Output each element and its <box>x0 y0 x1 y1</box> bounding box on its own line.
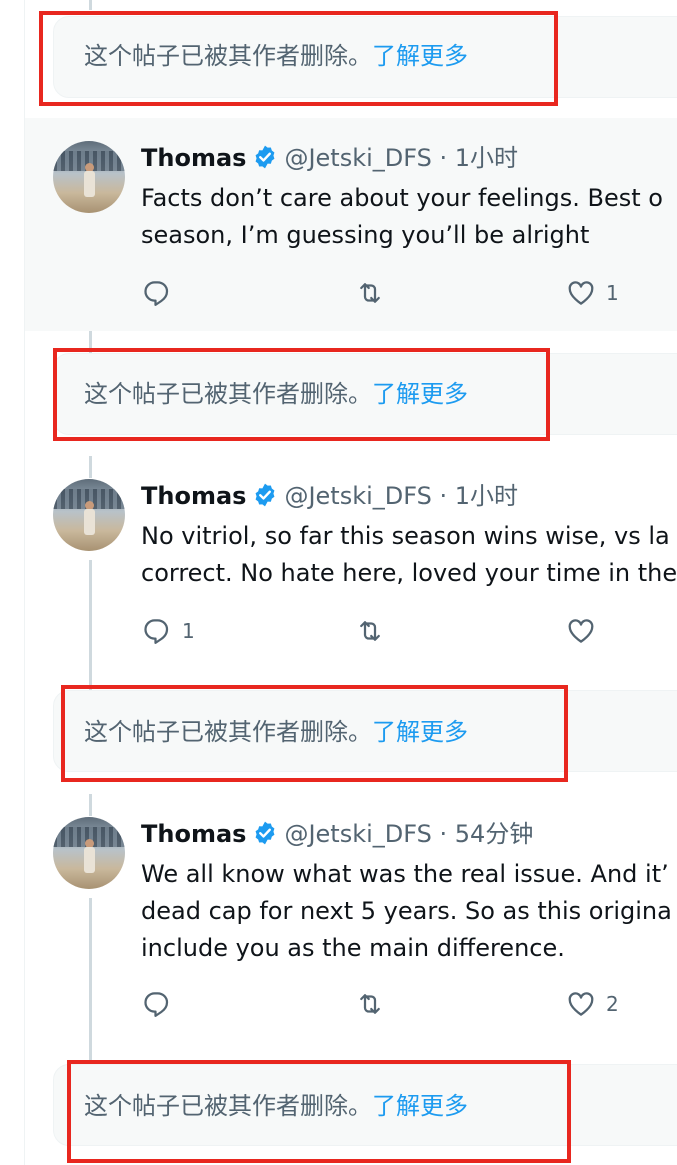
highlight-frame <box>67 1060 571 1163</box>
retweet-icon <box>354 616 386 646</box>
retweet-icon <box>354 989 386 1019</box>
thread-line <box>89 0 92 10</box>
verified-badge-icon <box>252 482 278 515</box>
verified-badge-icon <box>252 820 278 853</box>
avatar[interactable] <box>53 817 125 889</box>
thread-line <box>89 560 92 690</box>
tweet-text: Facts don’t care about your feelings. Be… <box>141 180 663 254</box>
like-button[interactable]: 1 <box>566 278 619 308</box>
tweet-text-line: No vitriol, so far this season wins wise… <box>141 522 670 550</box>
reply-button[interactable] <box>142 278 172 308</box>
author-handle[interactable]: @Jetski_DFS <box>284 482 431 510</box>
verified-badge-icon <box>252 144 278 177</box>
like-count: 1 <box>606 281 619 305</box>
retweet-button[interactable] <box>354 989 386 1019</box>
like-icon <box>566 616 596 646</box>
like-icon <box>566 989 596 1019</box>
separator-dot: · <box>439 820 448 848</box>
like-button[interactable] <box>566 616 596 646</box>
tweet-text: We all know what was the real issue. And… <box>141 856 672 967</box>
like-button[interactable]: 2 <box>566 989 619 1019</box>
tweet-text-line: We all know what was the real issue. And… <box>141 860 669 888</box>
thread-line <box>89 794 92 816</box>
author-name[interactable]: Thomas <box>141 482 246 510</box>
separator-dot: · <box>439 482 448 510</box>
reply-button[interactable]: 1 <box>142 616 195 646</box>
author-name[interactable]: Thomas <box>141 144 246 172</box>
tweet-header: Thomas @Jetski_DFS · 54分钟 <box>141 819 533 849</box>
tweet-text-line: include you as the main difference. <box>141 934 565 962</box>
thread-line <box>89 456 92 478</box>
reply-icon <box>142 616 172 646</box>
highlight-frame <box>53 348 550 441</box>
retweet-icon <box>354 278 386 308</box>
tweet-header: Thomas @Jetski_DFS · 1小时 <box>141 143 518 173</box>
like-count: 2 <box>606 992 619 1016</box>
author-handle[interactable]: @Jetski_DFS <box>284 144 431 172</box>
avatar[interactable] <box>53 479 125 551</box>
tweet-text-line: season, I’m guessing you’ll be alright <box>141 221 590 249</box>
author-name[interactable]: Thomas <box>141 820 246 848</box>
retweet-button[interactable] <box>354 278 386 308</box>
reply-count: 1 <box>182 619 195 643</box>
separator-dot: · <box>439 144 448 172</box>
reply-button[interactable] <box>142 989 172 1019</box>
author-handle[interactable]: @Jetski_DFS <box>284 820 431 848</box>
tweet-text-line: dead cap for next 5 years. So as this or… <box>141 897 672 925</box>
reply-icon <box>142 278 172 308</box>
like-icon <box>566 278 596 308</box>
retweet-button[interactable] <box>354 616 386 646</box>
highlight-frame <box>39 11 558 106</box>
highlight-frame <box>61 685 568 782</box>
tweet-header: Thomas @Jetski_DFS · 1小时 <box>141 481 518 511</box>
avatar[interactable] <box>53 141 125 213</box>
tweet-text-line: correct. No hate here, loved your time i… <box>141 559 677 587</box>
timestamp[interactable]: 54分钟 <box>455 820 534 848</box>
thread-line <box>89 898 92 1060</box>
timestamp[interactable]: 1小时 <box>455 482 518 510</box>
timestamp[interactable]: 1小时 <box>455 144 518 172</box>
tweet-text-line: Facts don’t care about your feelings. Be… <box>141 184 663 212</box>
reply-icon <box>142 989 172 1019</box>
tweet-text: No vitriol, so far this season wins wise… <box>141 518 677 592</box>
